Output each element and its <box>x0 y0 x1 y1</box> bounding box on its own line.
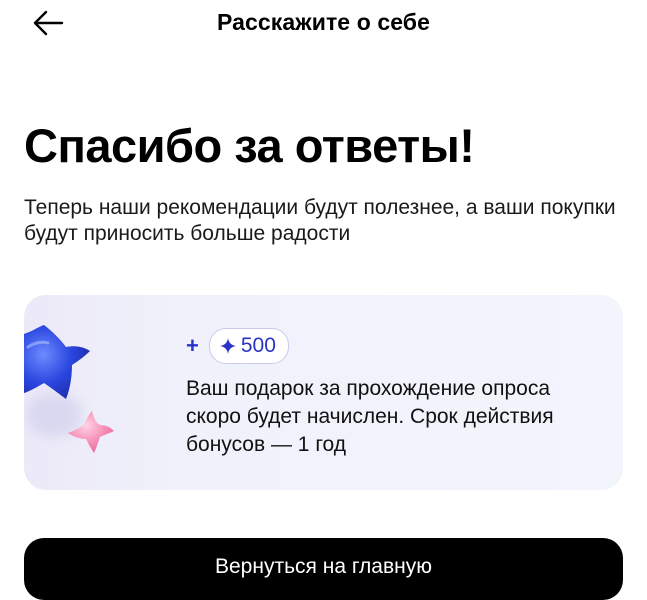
survey-complete-screen: Расскажите о себе Спасибо за ответы! Теп… <box>0 0 647 600</box>
page-subtitle: Теперь наши рекомендации будут полезнее,… <box>24 196 616 245</box>
sparkle-icon <box>219 338 236 354</box>
stars-decoration <box>24 325 114 453</box>
page-title: Спасибо за ответы! <box>24 119 475 172</box>
bonus-row: + 500 <box>186 328 289 364</box>
bonus-message: Ваш подарок за прохождение опроса скоро … <box>186 377 554 456</box>
bonus-amount: 500 <box>240 334 276 357</box>
bonus-card: + 500 Ваш подарок за прохождение опроса … <box>24 295 623 490</box>
blue-star-icon <box>24 325 90 399</box>
header: Расскажите о себе <box>0 0 647 46</box>
bonus-badge: 500 <box>208 328 289 364</box>
header-title: Расскажите о себе <box>216 9 431 35</box>
return-home-button[interactable]: Вернуться на главную <box>24 538 623 600</box>
plus-sign: + <box>186 333 199 358</box>
